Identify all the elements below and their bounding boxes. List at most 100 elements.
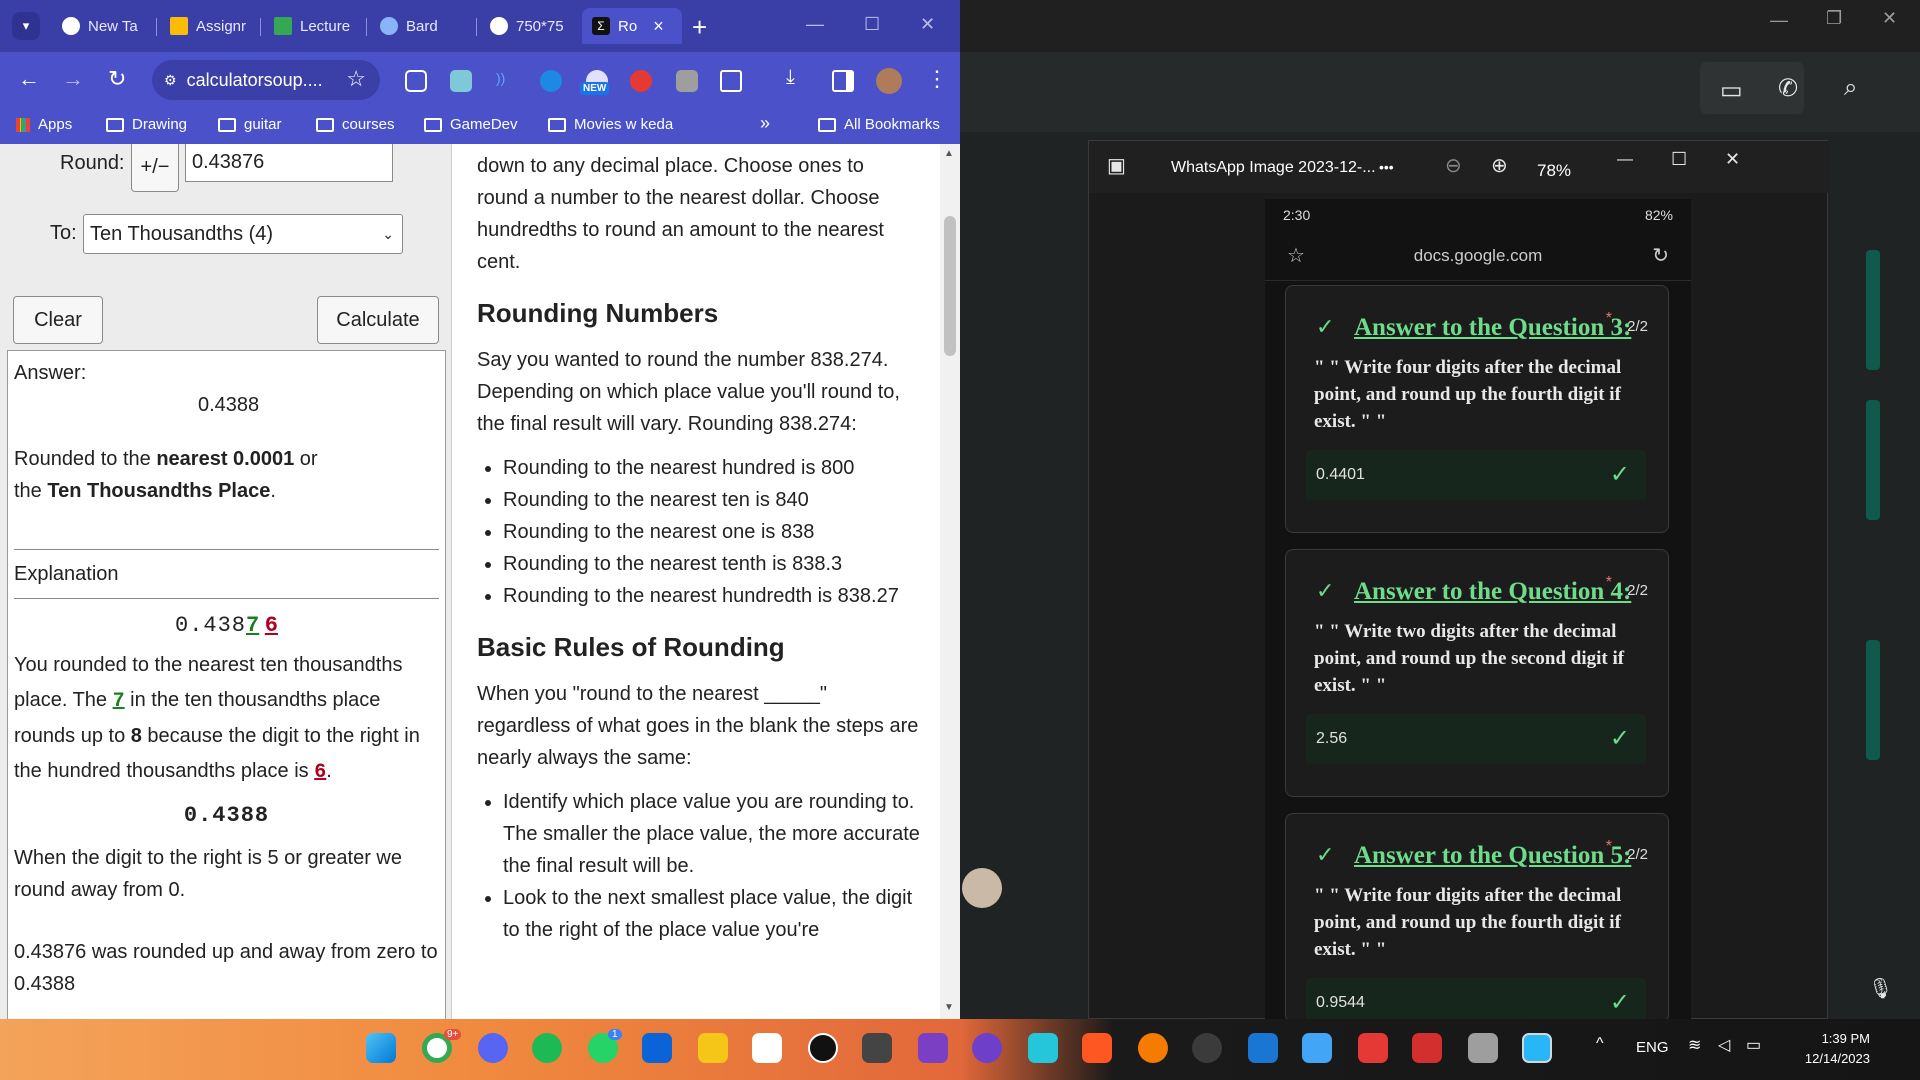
github-desktop-icon[interactable] <box>972 1033 1002 1063</box>
restore-icon[interactable]: ❐ <box>1826 8 1842 29</box>
calculate-button[interactable]: Calculate <box>317 296 439 344</box>
wifi-icon[interactable]: ≋ <box>1688 1035 1701 1055</box>
zoom-in-icon[interactable]: ⊕ <box>1491 153 1508 178</box>
acrobat-icon[interactable] <box>1412 1033 1442 1063</box>
extension-icon-6[interactable] <box>630 70 652 92</box>
unreal-engine-icon[interactable] <box>808 1033 838 1063</box>
star-icon: ☆ <box>1287 245 1305 267</box>
minimize-icon[interactable]: — <box>806 14 824 35</box>
minimize-icon[interactable]: — <box>1770 10 1788 31</box>
folder-icon <box>548 117 566 132</box>
spotify-icon[interactable] <box>532 1033 562 1063</box>
blender-icon[interactable] <box>1138 1033 1168 1063</box>
video-call-icon[interactable]: ▭ <box>1720 76 1743 105</box>
new-tab-button[interactable]: + <box>692 12 707 43</box>
app-icon[interactable] <box>1358 1033 1388 1063</box>
close-icon[interactable]: ✕ <box>1882 8 1897 29</box>
extensions-puzzle-icon[interactable] <box>720 70 742 92</box>
discord-icon[interactable] <box>478 1033 508 1063</box>
close-icon[interactable]: ✕ <box>1725 149 1740 170</box>
atom-icon[interactable] <box>1192 1033 1222 1063</box>
search-icon[interactable]: ⌕ <box>1844 74 1857 102</box>
zoom-out-icon[interactable]: ⊖ <box>1445 153 1462 178</box>
visual-studio-icon[interactable] <box>918 1033 948 1063</box>
extension-icon-2[interactable] <box>450 70 472 92</box>
maximize-icon[interactable]: ☐ <box>864 14 880 35</box>
bookmark-drawing[interactable]: Drawing <box>106 116 187 133</box>
apps-grid-icon <box>16 117 30 132</box>
app-icon[interactable] <box>1028 1033 1058 1063</box>
tab-assignments[interactable]: Assignr <box>160 8 256 44</box>
unity-icon[interactable] <box>862 1033 892 1063</box>
forward-icon[interactable]: → <box>62 66 84 92</box>
close-tab-icon[interactable]: × <box>653 16 664 37</box>
page-scrollbar[interactable]: ▲ ▼ <box>940 144 960 1019</box>
battery-icon[interactable]: ▭ <box>1746 1035 1761 1055</box>
sign-toggle-button[interactable]: +/− <box>131 144 179 192</box>
google-icon <box>490 17 508 35</box>
question-title: Answer to the Question 5: <box>1354 842 1631 870</box>
extension-icon-3[interactable]: )) <box>496 70 518 92</box>
tab-google-search[interactable]: 750*75 <box>480 8 576 44</box>
explanation-text: You rounded to the nearest ten thousandt… <box>14 648 439 790</box>
bookmark-guitar[interactable]: guitar <box>218 116 282 133</box>
download-icon[interactable]: ⤓ <box>786 66 795 89</box>
address-bar[interactable]: ⚙ calculatorsoup.... ☆ <box>152 60 380 100</box>
side-panel-icon[interactable] <box>832 70 854 92</box>
back-icon[interactable]: ← <box>18 66 40 92</box>
round-label: Round: <box>60 152 125 174</box>
app-icon[interactable] <box>1248 1033 1278 1063</box>
minimize-icon[interactable]: — <box>1617 151 1633 169</box>
scroll-thumb[interactable] <box>944 216 956 356</box>
bookmark-star-icon[interactable]: ☆ <box>346 66 366 92</box>
contact-avatar[interactable] <box>962 868 1002 908</box>
menu-kebab-icon[interactable]: ⋮ <box>926 66 948 92</box>
clock[interactable]: 1:39 PM 12/14/2023 <box>1805 1029 1870 1069</box>
microphone-icon[interactable]: 🎙 <box>1868 976 1893 1001</box>
more-options-button[interactable]: ••• <box>1379 159 1394 175</box>
language-indicator[interactable]: ENG <box>1636 1039 1669 1056</box>
bookmark-gamedev[interactable]: GameDev <box>424 116 518 133</box>
folder-icon <box>424 117 442 132</box>
close-window-icon[interactable]: ✕ <box>920 14 935 35</box>
extension-icon-4[interactable] <box>540 70 562 92</box>
tab-bard[interactable]: Bard <box>370 8 470 44</box>
mail-icon[interactable] <box>642 1033 672 1063</box>
bookmarks-overflow-button[interactable]: » <box>760 113 770 134</box>
start-icon[interactable] <box>366 1033 396 1063</box>
profile-avatar[interactable] <box>876 68 902 94</box>
whatsapp-titlebar: — ❐ ✕ <box>960 0 1920 52</box>
scroll-up-icon[interactable]: ▲ <box>944 148 954 159</box>
heading-rounding-numbers: Rounding Numbers <box>477 298 719 328</box>
browser-toolbar: ← → ↻ ⚙ calculatorsoup.... ☆ )) NEW ⤓ ⋮ <box>0 52 960 108</box>
tab-new-tab[interactable]: New Ta <box>52 8 148 44</box>
round-input[interactable]: 0.43876 <box>185 144 393 182</box>
gallery-icon[interactable]: ▣ <box>1107 153 1126 178</box>
extension-icon-1[interactable] <box>405 70 427 92</box>
tab-lecture[interactable]: Lecture <box>264 8 360 44</box>
tab-search-button[interactable]: ▾ <box>12 12 40 40</box>
bookmark-all-bookmarks[interactable]: All Bookmarks <box>818 116 940 133</box>
maximize-icon[interactable]: ☐ <box>1671 149 1687 170</box>
reload-icon[interactable]: ↻ <box>108 66 126 92</box>
app-icon[interactable] <box>1468 1033 1498 1063</box>
rounded-to-text: Rounded to the nearest 0.0001 or the Ten… <box>14 443 439 507</box>
chevron-up-icon[interactable]: ^ <box>1596 1035 1604 1053</box>
file-explorer-icon[interactable] <box>698 1033 728 1063</box>
affinity-icon[interactable] <box>1082 1033 1112 1063</box>
tab-rounding[interactable]: Σ Ro × <box>582 8 682 44</box>
scroll-down-icon[interactable]: ▼ <box>944 1002 954 1013</box>
bookmark-apps[interactable]: Apps <box>16 116 72 133</box>
rounding-list: Rounding to the nearest hundred is 800 R… <box>503 452 920 612</box>
extension-icon-7[interactable] <box>676 70 698 92</box>
bookmark-movies[interactable]: Movies w keda <box>548 116 673 133</box>
notepad-icon[interactable] <box>1302 1033 1332 1063</box>
clear-button[interactable]: Clear <box>13 296 103 344</box>
photos-icon[interactable] <box>1522 1033 1552 1063</box>
bookmark-courses[interactable]: courses <box>316 116 395 133</box>
site-info-icon[interactable]: ⚙ <box>164 72 177 89</box>
xournal-icon[interactable] <box>752 1033 782 1063</box>
volume-icon[interactable]: ◁ <box>1718 1035 1730 1055</box>
place-select[interactable]: Ten Thousandths (4) ⌄ <box>83 214 403 254</box>
voice-call-icon[interactable]: ✆ <box>1778 74 1798 103</box>
